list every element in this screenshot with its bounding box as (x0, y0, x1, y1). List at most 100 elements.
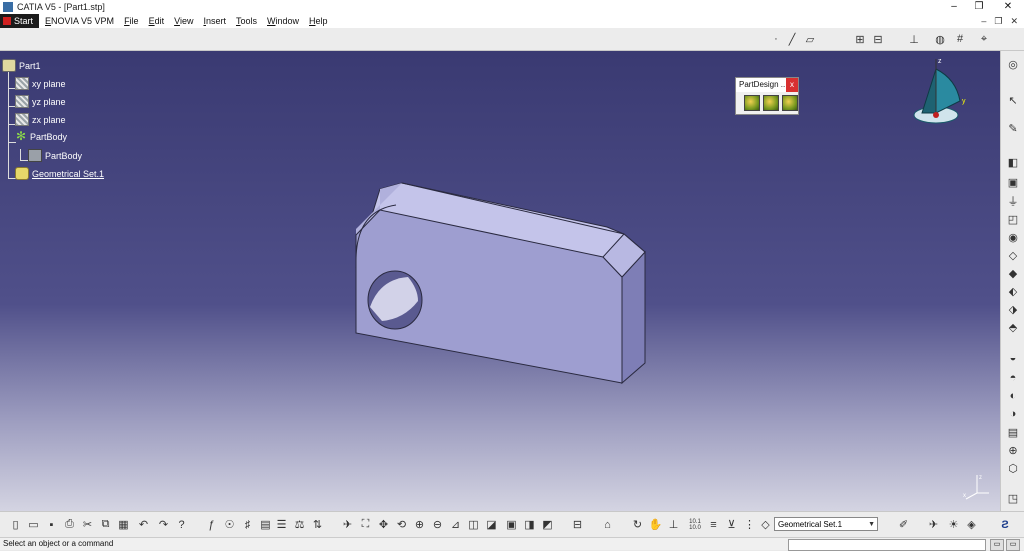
3d-viewport[interactable]: Part1 xy plane yz plane zx plane ✻ PartB… (0, 51, 1000, 511)
sketch-icon[interactable]: ✎ (1005, 121, 1021, 135)
doc-close-icon[interactable]: ✕ (1010, 16, 1018, 27)
sketcher-icon[interactable]: ◎ (1005, 57, 1021, 71)
rule-icon[interactable]: ♯ (240, 517, 255, 532)
start-icon (3, 17, 11, 25)
groove-icon[interactable]: ◰ (1005, 212, 1021, 226)
grid-icon[interactable]: # (952, 31, 968, 47)
print-icon[interactable]: ⎙ (62, 517, 77, 532)
reorder-icon[interactable]: ⇅ (310, 517, 325, 532)
mirror-icon[interactable]: ⬡ (1005, 461, 1021, 475)
zoom-in-icon[interactable]: ⊕ (412, 517, 427, 532)
graph-tree-icon[interactable]: ⊟ (570, 517, 585, 532)
compass-widget[interactable]: z y (900, 55, 980, 135)
menu-view[interactable]: View (174, 16, 193, 26)
menu-edit[interactable]: Edit (149, 16, 165, 26)
filter-icon[interactable]: ⊻ (724, 517, 739, 532)
command-options-icon[interactable]: ▭ (1006, 539, 1020, 551)
stiffener-icon[interactable]: ⬗ (1005, 302, 1021, 316)
rib-icon[interactable]: ◇ (1005, 248, 1021, 262)
measure-icon[interactable]: ⊞ (852, 31, 868, 47)
manipulate-icon[interactable]: ✋ (648, 517, 663, 532)
capture-icon[interactable]: ⌂ (600, 517, 615, 532)
menu-tools[interactable]: Tools (236, 16, 257, 26)
shading-icon[interactable]: ▣ (504, 517, 519, 532)
doc-restore-icon[interactable]: ❐ (994, 16, 1002, 27)
menu-enovia[interactable]: ENOVIA V5 VPM (45, 16, 114, 26)
knowledge-icon[interactable]: ☉ (222, 517, 237, 532)
hide-show-icon[interactable]: ◨ (522, 517, 537, 532)
top-toolbar: · ╱ ▱ ⊞ ⊟ ⊥ ◍ # ⌖ (0, 28, 1024, 51)
part-model[interactable] (0, 51, 1000, 511)
pocket-icon[interactable]: ▣ (1005, 175, 1021, 189)
swap-space-icon[interactable]: ◩ (540, 517, 555, 532)
fit-all-icon[interactable]: ⛶ (358, 517, 373, 532)
line-icon[interactable]: ╱ (784, 31, 800, 47)
menu-insert[interactable]: Insert (203, 16, 226, 26)
shaft-icon[interactable]: ⏚ (1005, 194, 1021, 208)
point-icon[interactable]: · (768, 31, 784, 47)
close-icon[interactable]: ✕ (994, 0, 1022, 14)
command-input[interactable] (788, 539, 986, 551)
snap-icon[interactable]: ⌖ (976, 31, 992, 47)
loft-icon[interactable]: ⬘ (1005, 320, 1021, 334)
apply-material-icon[interactable]: ◍ (932, 31, 948, 47)
measure-inertia-icon[interactable]: ⚖ (292, 517, 307, 532)
document-controls: – ❐ ✕ (981, 14, 1018, 28)
zoom-out-icon[interactable]: ⊖ (430, 517, 445, 532)
update-icon[interactable]: ↻ (630, 517, 645, 532)
pan-icon[interactable]: ✥ (376, 517, 391, 532)
iso-view-icon[interactable]: ◪ (484, 517, 499, 532)
pad-icon[interactable]: ◧ (1005, 155, 1021, 169)
fillet-icon[interactable]: ◒ (1005, 351, 1021, 365)
catalog-icon[interactable]: ☰ (274, 517, 289, 532)
open-icon[interactable]: ▭ (26, 517, 41, 532)
scale-icon[interactable]: ◳ (1005, 491, 1021, 505)
menu-file[interactable]: File (124, 16, 139, 26)
minimize-icon[interactable]: – (940, 0, 968, 14)
translate-icon[interactable]: ⊕ (1005, 443, 1021, 457)
front-view-icon[interactable]: ◫ (466, 517, 481, 532)
redo-icon[interactable]: ↷ (156, 517, 171, 532)
paste-icon[interactable]: ▦ (116, 517, 131, 532)
table-icon[interactable]: ▤ (258, 517, 273, 532)
restore-icon[interactable]: ❐ (965, 0, 993, 14)
select-icon[interactable]: ↖ (1005, 93, 1021, 107)
formula-icon[interactable]: ƒ (204, 517, 219, 532)
plane-icon[interactable]: ▱ (802, 31, 818, 47)
new-icon[interactable]: ▯ (8, 517, 23, 532)
undo-icon[interactable]: ↶ (136, 517, 151, 532)
shell-icon[interactable]: ◑ (1005, 407, 1021, 421)
rotate-icon[interactable]: ⟲ (394, 517, 409, 532)
normal-view-icon[interactable]: ⊿ (448, 517, 463, 532)
render-icon[interactable]: ☀ (946, 517, 961, 532)
chevron-down-icon: ▼ (868, 521, 875, 528)
doc-minimize-icon[interactable]: – (981, 16, 986, 26)
axis-icon[interactable]: ⊥ (666, 517, 681, 532)
layer-icon[interactable]: ≡ (706, 517, 721, 532)
axis-system-icon[interactable]: ⊥ (906, 31, 922, 47)
menu-window[interactable]: Window (267, 16, 299, 26)
copy-icon[interactable]: ⧉ (98, 517, 113, 532)
brush-icon[interactable]: ✐ (896, 517, 911, 532)
geometrical-set-icon[interactable]: ◇ (758, 517, 773, 532)
draft-icon[interactable]: ◐ (1005, 389, 1021, 403)
menu-help[interactable]: Help (309, 16, 328, 26)
start-menu[interactable]: Start (0, 14, 40, 28)
measure-item-icon[interactable]: ⊟ (870, 31, 886, 47)
chamfer-icon[interactable]: ◓ (1005, 371, 1021, 385)
fly-through-icon[interactable]: ✈ (926, 517, 941, 532)
whats-this-icon[interactable]: ? (174, 517, 189, 532)
triad-z-label: z (979, 475, 982, 481)
thickness-icon[interactable]: ▤ (1005, 425, 1021, 439)
command-list-icon[interactable]: ▭ (990, 539, 1004, 551)
multi-pad-icon[interactable]: ⬖ (1005, 284, 1021, 298)
material-icon[interactable]: ◈ (964, 517, 979, 532)
properties-icon[interactable]: ⋮ (742, 517, 757, 532)
save-icon[interactable]: ▪ (44, 517, 59, 532)
current-set-select[interactable]: Geometrical Set.1 ▼ (774, 517, 878, 531)
cut-icon[interactable]: ✂ (80, 517, 95, 532)
hole-icon[interactable]: ◉ (1005, 230, 1021, 244)
slot-icon[interactable]: ◆ (1005, 266, 1021, 280)
scale-readout[interactable]: 10.1 10.0 (684, 517, 706, 532)
fly-mode-icon[interactable]: ✈ (340, 517, 355, 532)
